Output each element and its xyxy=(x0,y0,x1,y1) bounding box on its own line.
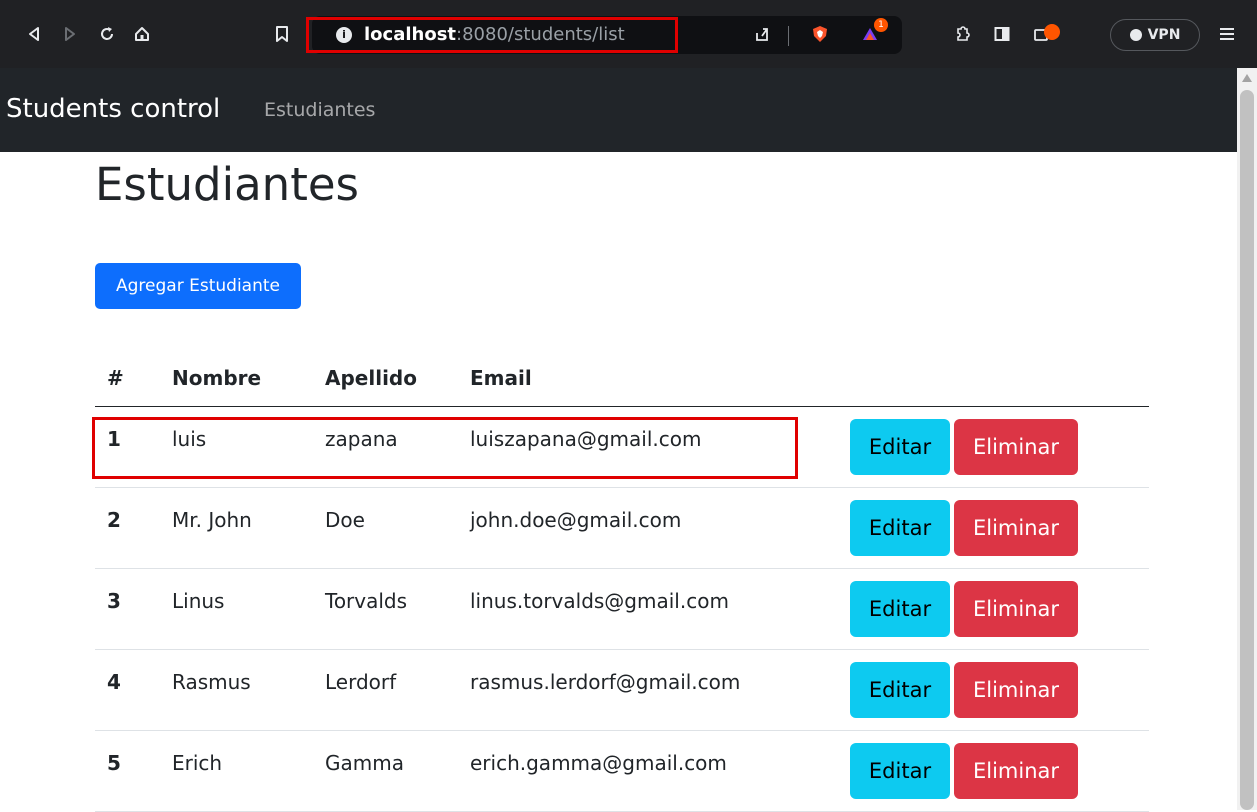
address-divider xyxy=(788,26,789,46)
url-host: localhost xyxy=(364,24,457,45)
menu-icon[interactable] xyxy=(1215,22,1239,46)
address-url[interactable]: localhost:8080/students/list xyxy=(364,24,625,45)
cell-apellido: Doe xyxy=(325,487,470,569)
delete-button[interactable]: Eliminar xyxy=(954,581,1078,637)
back-icon[interactable] xyxy=(22,22,46,46)
sidebar-icon[interactable] xyxy=(990,22,1014,46)
cell-email: erich.gamma@gmail.com xyxy=(470,730,850,812)
extensions-icon[interactable] xyxy=(950,22,974,46)
bookmark-icon[interactable] xyxy=(270,22,294,46)
vpn-button[interactable]: VPN xyxy=(1110,19,1200,51)
edit-button[interactable]: Editar xyxy=(850,500,950,556)
cell-id: 2 xyxy=(95,487,172,569)
add-student-button[interactable]: Agregar Estudiante xyxy=(95,263,301,309)
scroll-up-icon[interactable] xyxy=(1242,74,1252,82)
cell-nombre: Erich xyxy=(172,730,325,812)
wallet-notification-dot xyxy=(1044,24,1060,40)
table-row: 1 luis zapana luiszapana@gmail.com Edita… xyxy=(95,406,1149,488)
table-row: 2 Mr. John Doe john.doe@gmail.com Editar… xyxy=(95,487,1149,569)
cell-actions: Editar Eliminar xyxy=(850,568,1149,650)
cell-nombre: Rasmus xyxy=(172,649,325,731)
vpn-label: VPN xyxy=(1147,27,1181,43)
header-apellido: Apellido xyxy=(325,350,470,407)
cell-email: luiszapana@gmail.com xyxy=(470,406,850,488)
vpn-status-icon xyxy=(1129,29,1142,41)
header-number: # xyxy=(95,350,172,407)
share-icon[interactable] xyxy=(750,22,774,46)
delete-button[interactable]: Eliminar xyxy=(954,419,1078,475)
cell-email: linus.torvalds@gmail.com xyxy=(470,568,850,650)
page-title: Estudiantes xyxy=(95,158,359,211)
cell-id: 5 xyxy=(95,730,172,812)
table-header-row: # Nombre Apellido Email xyxy=(95,350,1149,407)
edit-button[interactable]: Editar xyxy=(850,743,950,799)
cell-apellido: Torvalds xyxy=(325,568,470,650)
table-row: 4 Rasmus Lerdorf rasmus.lerdorf@gmail.co… xyxy=(95,649,1149,731)
cell-id: 1 xyxy=(95,406,172,488)
info-icon[interactable]: i xyxy=(336,27,352,43)
url-path: :8080/students/list xyxy=(456,24,625,45)
scrollbar-thumb[interactable] xyxy=(1240,90,1254,810)
table-row: 5 Erich Gamma erich.gamma@gmail.com Edit… xyxy=(95,730,1149,812)
cell-id: 3 xyxy=(95,568,172,650)
nav-link-estudiantes[interactable]: Estudiantes xyxy=(264,99,375,121)
students-table: # Nombre Apellido Email 1 luis zapana lu… xyxy=(95,350,1149,812)
cell-actions: Editar Eliminar xyxy=(850,487,1149,569)
brave-shield-icon[interactable] xyxy=(808,22,832,46)
edit-button[interactable]: Editar xyxy=(850,419,950,475)
cell-apellido: zapana xyxy=(325,406,470,488)
reload-icon[interactable] xyxy=(95,22,119,46)
forward-icon[interactable] xyxy=(58,22,82,46)
edit-button[interactable]: Editar xyxy=(850,662,950,718)
delete-button[interactable]: Eliminar xyxy=(954,743,1078,799)
rewards-badge: 1 xyxy=(874,18,888,32)
cell-apellido: Gamma xyxy=(325,730,470,812)
home-icon[interactable] xyxy=(130,22,154,46)
header-actions xyxy=(850,350,1149,407)
cell-actions: Editar Eliminar xyxy=(850,406,1149,488)
cell-actions: Editar Eliminar xyxy=(850,649,1149,731)
cell-actions: Editar Eliminar xyxy=(850,730,1149,812)
cell-apellido: Lerdorf xyxy=(325,649,470,731)
table-row: 3 Linus Torvalds linus.torvalds@gmail.co… xyxy=(95,568,1149,650)
cell-email: john.doe@gmail.com xyxy=(470,487,850,569)
cell-nombre: Linus xyxy=(172,568,325,650)
edit-button[interactable]: Editar xyxy=(850,581,950,637)
delete-button[interactable]: Eliminar xyxy=(954,500,1078,556)
cell-nombre: luis xyxy=(172,406,325,488)
header-email: Email xyxy=(470,350,850,407)
cell-email: rasmus.lerdorf@gmail.com xyxy=(470,649,850,731)
header-nombre: Nombre xyxy=(172,350,325,407)
cell-nombre: Mr. John xyxy=(172,487,325,569)
navbar-brand[interactable]: Students control xyxy=(6,94,220,124)
cell-id: 4 xyxy=(95,649,172,731)
delete-button[interactable]: Eliminar xyxy=(954,662,1078,718)
